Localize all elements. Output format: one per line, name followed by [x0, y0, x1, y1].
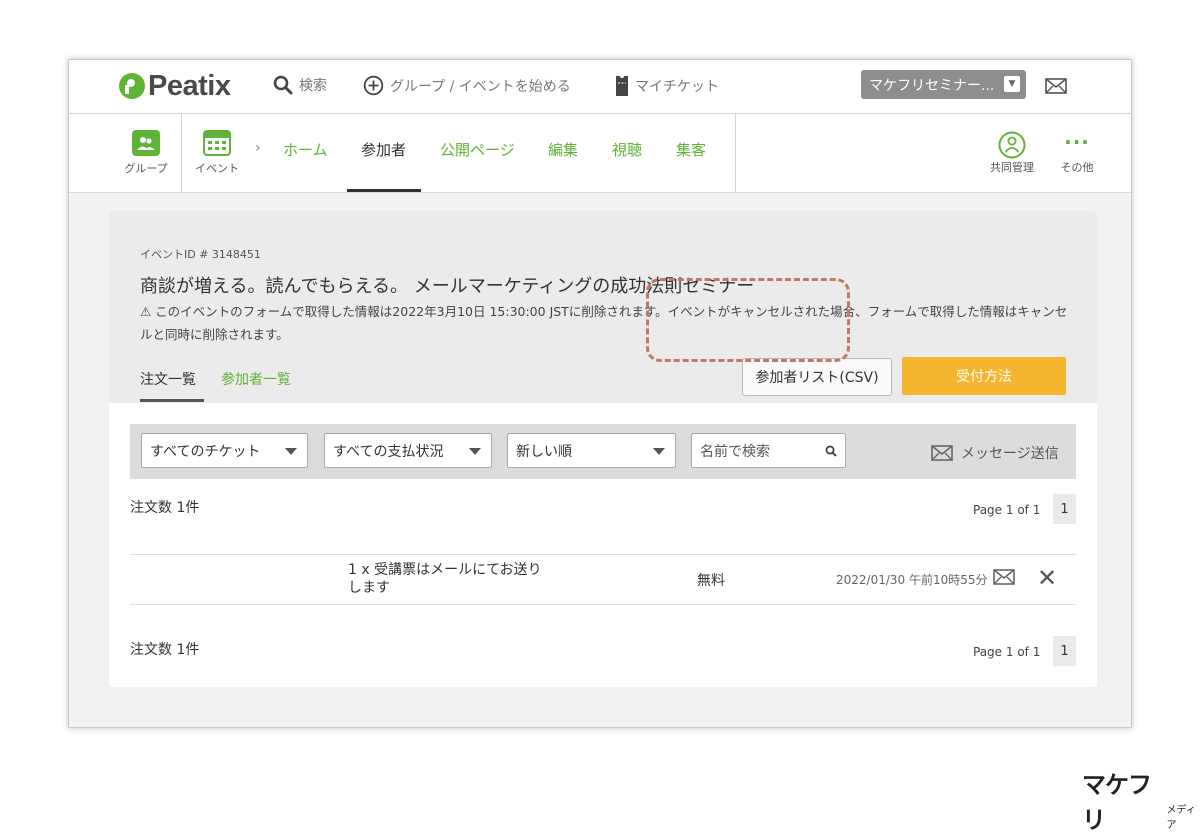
attendee-csv-button[interactable]: 参加者リスト(CSV): [742, 358, 892, 396]
payment-filter-value: すべての支払状況: [333, 443, 444, 460]
name-search-input[interactable]: 名前で検索: [691, 433, 846, 468]
search-placeholder: 名前で検索: [700, 443, 770, 460]
more-label: その他: [1060, 161, 1094, 174]
send-message-button[interactable]: メッセージ送信: [931, 443, 1059, 463]
group-nav-label: グループ: [124, 162, 168, 175]
search-icon: [273, 75, 293, 95]
plus-circle-icon: [363, 75, 384, 96]
group-nav-button[interactable]: グループ: [116, 130, 176, 176]
mail-icon[interactable]: [993, 569, 1015, 589]
tab-edit[interactable]: 編集: [548, 139, 578, 160]
highlight-annotation: [646, 278, 850, 362]
browser-frame: Peatix 検索 グループ / イベントを始める マイチケット マケフリセミナ…: [68, 59, 1132, 728]
more-button[interactable]: ··· その他: [1047, 131, 1107, 175]
search-link-label: 検索: [299, 78, 327, 94]
peatix-logo-icon: [119, 73, 145, 99]
order-price: 無料: [697, 573, 725, 589]
active-subtab-indicator: [140, 399, 204, 402]
order-count-top: 注文数 1件: [130, 500, 200, 516]
event-nav-label: イベント: [195, 162, 239, 175]
cohost-icon: [982, 131, 1042, 159]
reception-method-button[interactable]: 受付方法: [902, 357, 1066, 395]
table-row[interactable]: 1 x 受講票はメールにてお送りします 無料 2022/01/30 午前10時5…: [130, 554, 1076, 605]
order-count-bottom: 注文数 1件: [130, 642, 200, 658]
account-dropdown[interactable]: マケフリセミナー... ▼: [861, 70, 1026, 99]
divider: [735, 114, 736, 193]
more-dots-icon: ···: [1064, 130, 1090, 154]
event-id: イベントID # 3148451: [140, 248, 261, 261]
send-message-label: メッセージ送信: [961, 446, 1059, 462]
order-ticket: 1 x 受講票はメールにてお送りします: [348, 562, 542, 596]
sort-value: 新しい順: [516, 443, 572, 460]
chevron-down-icon: ▼: [1004, 76, 1020, 92]
tab-watch[interactable]: 視聴: [612, 139, 642, 160]
tab-attendees[interactable]: 参加者: [361, 139, 406, 160]
brand-sub: メディア: [1166, 805, 1196, 831]
tab-home[interactable]: ホーム: [283, 139, 328, 160]
ticket-filter-select[interactable]: すべてのチケット: [141, 433, 308, 468]
dropdown-arrow-icon: [469, 448, 481, 455]
start-link-label: グループ / イベントを始める: [390, 78, 571, 95]
orders-card: イベントID # 3148451 商談が増える。読んでもらえる。 メールマーケテ…: [109, 211, 1097, 687]
account-name: マケフリセミナー...: [869, 77, 995, 94]
mail-icon[interactable]: [1045, 78, 1067, 98]
filter-bar: すべてのチケット すべての支払状況 新しい順 名前で検索 メッセージ送信: [130, 424, 1076, 479]
dropdown-arrow-icon: [285, 448, 297, 455]
pagination-label-bottom: Page 1 of 1: [973, 645, 1041, 659]
event-header: イベントID # 3148451 商談が増える。読んでもらえる。 メールマーケテ…: [109, 211, 1097, 403]
start-group-event-link[interactable]: グループ / イベントを始める: [363, 75, 571, 96]
my-tickets-label: マイチケット: [635, 79, 719, 95]
ticket-icon: [615, 75, 629, 97]
page-number-button-bottom[interactable]: 1: [1053, 636, 1076, 666]
dropdown-arrow-icon: [653, 448, 665, 455]
tab-promotion[interactable]: 集客: [676, 139, 706, 160]
search-link[interactable]: 検索: [273, 75, 327, 95]
sort-select[interactable]: 新しい順: [507, 433, 676, 468]
subtab-order-list[interactable]: 注文一覧: [140, 369, 196, 389]
brand-main: マケフリ: [1082, 771, 1152, 834]
search-icon[interactable]: [825, 445, 837, 461]
payment-filter-select[interactable]: すべての支払状況: [324, 433, 492, 468]
cohost-label: 共同管理: [990, 161, 1034, 174]
pagination-label-top: Page 1 of 1: [973, 503, 1041, 517]
order-date: 2022/01/30 午前10時55分: [836, 573, 988, 587]
my-tickets-link[interactable]: マイチケット: [615, 75, 719, 97]
group-icon: [132, 130, 160, 156]
top-navigation: Peatix 検索 グループ / イベントを始める マイチケット マケフリセミナ…: [69, 60, 1131, 114]
active-tab-indicator: [347, 189, 421, 192]
mail-icon: [931, 445, 953, 461]
chevron-right-icon: ›: [255, 140, 261, 156]
deletion-warning: ⚠ このイベントのフォームで取得した情報は2022年3月10日 15:30:00…: [140, 304, 1068, 342]
peatix-logo[interactable]: Peatix: [119, 69, 231, 103]
tab-public-page[interactable]: 公開ページ: [440, 139, 515, 160]
calendar-icon: [203, 130, 231, 156]
page-number-button-top[interactable]: 1: [1053, 494, 1076, 524]
brand-watermark: マケフリ メディア: [1082, 765, 1200, 835]
subtab-attendee-list[interactable]: 参加者一覧: [221, 369, 291, 389]
cohost-button[interactable]: 共同管理: [982, 131, 1042, 175]
ticket-filter-value: すべてのチケット: [150, 443, 261, 460]
logo-text: Peatix: [148, 69, 231, 102]
event-nav-button[interactable]: イベント: [187, 130, 247, 176]
close-icon[interactable]: ✕: [1037, 566, 1057, 590]
event-sub-navigation: グループ イベント › ホーム 参加者 公開ページ 編集 視聴 集客 共同管理 …: [69, 114, 1131, 193]
divider: [181, 114, 182, 193]
